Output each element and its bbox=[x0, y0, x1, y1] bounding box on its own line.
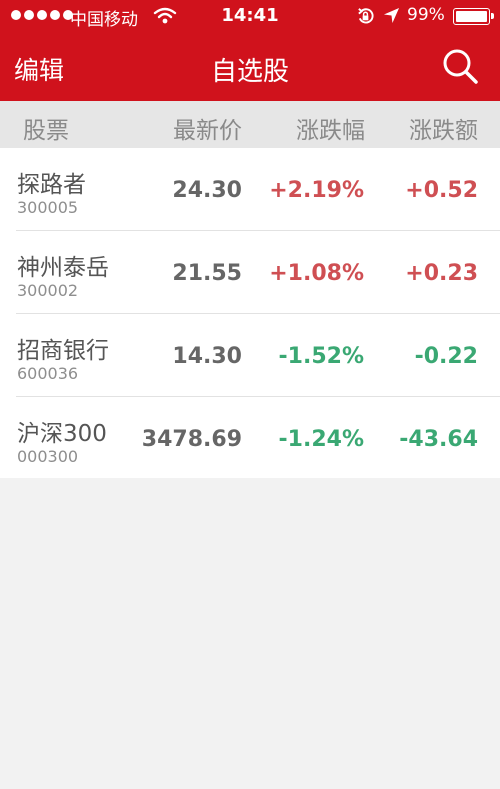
stock-row[interactable]: 沪深300 000300 3478.69 -1.24% -43.64 bbox=[0, 397, 500, 480]
stock-code: 000300 bbox=[17, 447, 79, 466]
stock-change-amount: +0.23 bbox=[405, 261, 478, 286]
stock-change-percent: -1.52% bbox=[278, 344, 364, 369]
battery-percent: 99% bbox=[407, 5, 445, 25]
stock-row[interactable]: 探路者 300005 24.30 +2.19% +0.52 bbox=[0, 148, 500, 231]
page-title: 自选股 bbox=[210, 57, 289, 87]
stock-price: 14.30 bbox=[172, 344, 242, 369]
stock-code: 300002 bbox=[17, 281, 79, 300]
stock-change-percent: -1.24% bbox=[278, 427, 364, 452]
status-bar: 中国移动 14:41 99% bbox=[0, 0, 500, 33]
column-header-price[interactable]: 最新价 bbox=[173, 111, 242, 145]
search-icon[interactable] bbox=[440, 46, 480, 86]
rotation-lock-icon bbox=[358, 8, 374, 24]
stock-code: 300005 bbox=[17, 198, 79, 217]
stock-name: 探路者 bbox=[17, 172, 86, 198]
edit-button[interactable]: 编辑 bbox=[14, 51, 64, 87]
battery-icon bbox=[453, 8, 494, 25]
stock-name: 招商银行 bbox=[17, 338, 109, 364]
column-header-stock[interactable]: 股票 bbox=[23, 111, 69, 145]
stock-price: 21.55 bbox=[172, 261, 242, 286]
stock-name: 沪深300 bbox=[17, 421, 107, 447]
stock-change-amount: -43.64 bbox=[399, 427, 478, 452]
stock-list: 探路者 300005 24.30 +2.19% +0.52 神州泰岳 30000… bbox=[0, 148, 500, 478]
column-header: 股票 最新价 涨跌幅 涨跌额 bbox=[0, 101, 500, 148]
column-header-change-amount[interactable]: 涨跌额 bbox=[409, 111, 478, 145]
navigation-bar: 编辑 自选股 bbox=[0, 33, 500, 101]
stock-change-percent: +1.08% bbox=[269, 261, 364, 286]
stock-price: 24.30 bbox=[172, 178, 242, 203]
stock-row[interactable]: 招商银行 600036 14.30 -1.52% -0.22 bbox=[0, 314, 500, 397]
stock-code: 600036 bbox=[17, 364, 79, 383]
location-arrow-icon bbox=[383, 7, 400, 24]
stock-change-amount: +0.52 bbox=[405, 178, 478, 203]
stock-change-amount: -0.22 bbox=[414, 344, 478, 369]
stock-change-percent: +2.19% bbox=[269, 178, 364, 203]
column-header-change-percent[interactable]: 涨跌幅 bbox=[296, 111, 365, 145]
stock-row[interactable]: 神州泰岳 300002 21.55 +1.08% +0.23 bbox=[0, 231, 500, 314]
header: 中国移动 14:41 99% 编辑 自选股 bbox=[0, 0, 500, 101]
stock-name: 神州泰岳 bbox=[17, 255, 109, 281]
stock-price: 3478.69 bbox=[141, 427, 242, 452]
